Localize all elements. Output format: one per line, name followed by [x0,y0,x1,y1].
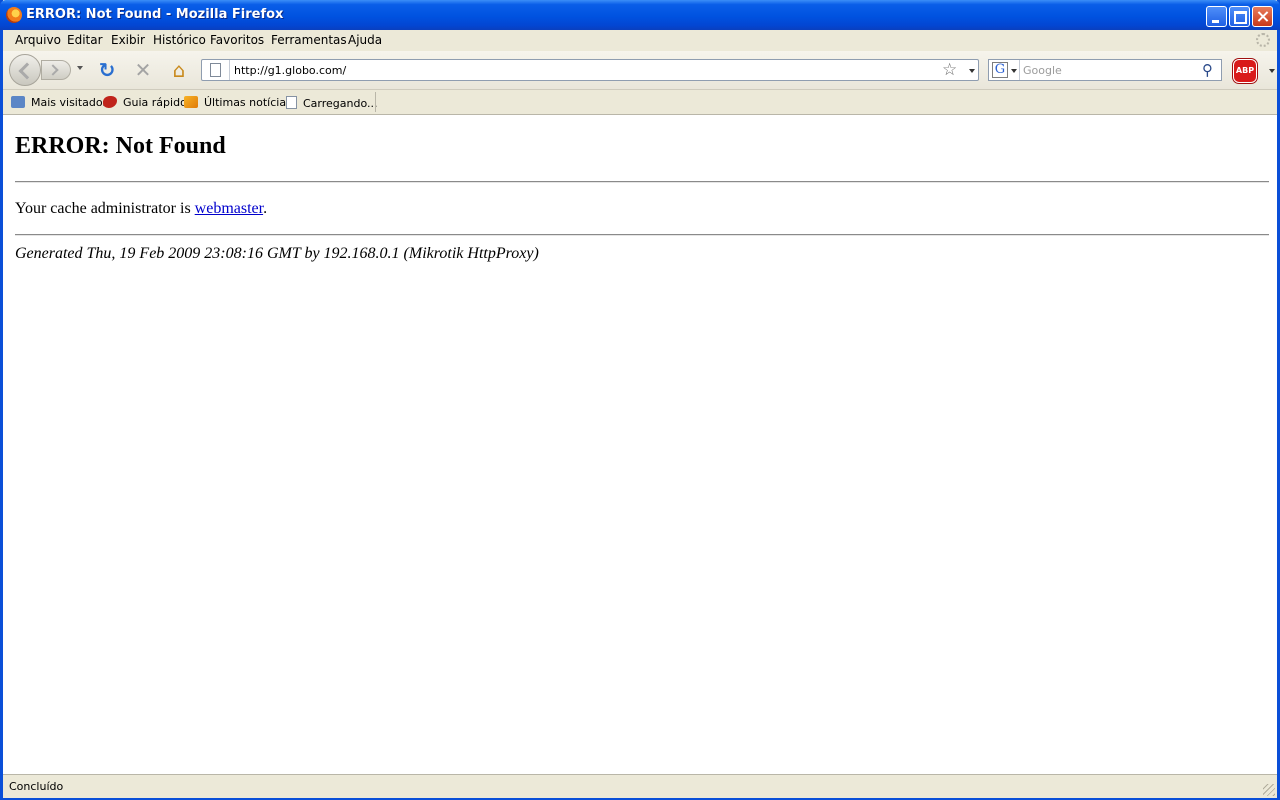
menu-arquivo[interactable]: Arquivo [15,33,61,47]
search-bar[interactable]: G ⚲ [988,59,1222,81]
close-button[interactable] [1252,6,1273,27]
bookmark-mais-visitados[interactable]: Mais visitados [11,96,108,109]
page-content: ERROR: Not Found Your cache administrato… [3,115,1277,774]
bookmarks-toolbar: Mais visitados Guia rápido Últimas notíc… [3,90,1277,115]
adblock-plus-icon[interactable]: ABP [1233,59,1257,83]
page-icon [286,96,297,109]
divider-bottom [15,234,1269,236]
maximize-button[interactable] [1229,6,1250,27]
url-input[interactable] [234,62,924,78]
window-title: ERROR: Not Found - Mozilla Firefox [26,7,284,22]
menu-favoritos[interactable]: Favoritos [210,33,264,47]
back-button[interactable] [9,54,41,86]
bookmarks-separator [375,92,376,112]
engine-dropdown-icon[interactable] [1011,69,1017,73]
search-input[interactable] [1023,62,1193,78]
admin-line: Your cache administrator is webmaster. [15,200,267,218]
minimize-button[interactable] [1206,6,1227,27]
bookmark-ultimas-noticias[interactable]: Últimas notícias [184,96,292,109]
page-favicon-icon[interactable] [210,63,221,77]
smart-bookmark-icon [11,96,25,108]
bookmark-label: Mais visitados [31,96,109,109]
menu-historico[interactable]: Histórico [153,33,206,47]
bookmark-label: Guia rápido [123,96,187,109]
webmaster-link[interactable]: webmaster [195,200,263,217]
url-separator [229,60,230,80]
guide-icon [103,96,117,108]
page-heading: ERROR: Not Found [15,133,226,159]
activity-throbber-icon [1256,33,1270,47]
navigation-toolbar: ↻ ✕ ⌂ ☆ G ⚲ ABP [3,51,1277,90]
admin-suffix: . [263,200,268,217]
menu-ferramentas[interactable]: Ferramentas [271,33,347,47]
rss-feed-icon [184,96,198,108]
url-bar[interactable]: ☆ [201,59,979,81]
search-magnifier-icon[interactable]: ⚲ [1202,61,1213,79]
firefox-icon [6,7,22,23]
url-dropdown-icon[interactable] [969,69,975,73]
search-separator [1019,60,1020,80]
bookmark-star-icon[interactable]: ☆ [942,60,957,80]
menu-ajuda[interactable]: Ajuda [348,33,382,47]
google-engine-icon[interactable]: G [992,62,1008,78]
history-dropdown-icon[interactable] [77,66,83,70]
divider-top [15,181,1269,183]
status-bar: Concluído [3,774,1277,798]
menu-exibir[interactable]: Exibir [111,33,145,47]
back-forward-group [9,54,85,86]
adblock-dropdown-icon[interactable] [1269,69,1275,73]
stop-icon[interactable]: ✕ [133,60,153,80]
bookmark-guia-rapido[interactable]: Guia rápido [103,96,187,109]
bookmark-carregando[interactable]: Carregando... [286,96,378,110]
bookmark-label: Últimas notícias [204,96,292,109]
menu-bar: Arquivo Editar Exibir Histórico Favorito… [3,30,1277,51]
browser-window: ERROR: Not Found - Mozilla Firefox Arqui… [0,0,1280,800]
generated-note: Generated Thu, 19 Feb 2009 23:08:16 GMT … [15,245,539,262]
resize-grip-icon[interactable] [1263,784,1275,796]
title-bar[interactable]: ERROR: Not Found - Mozilla Firefox [0,0,1280,30]
menu-editar[interactable]: Editar [67,33,103,47]
status-text: Concluído [9,780,64,793]
bookmark-label: Carregando... [303,97,378,110]
reload-icon[interactable]: ↻ [97,60,117,80]
forward-button[interactable] [41,60,71,80]
home-icon[interactable]: ⌂ [169,60,189,80]
admin-prefix: Your cache administrator is [15,200,195,217]
